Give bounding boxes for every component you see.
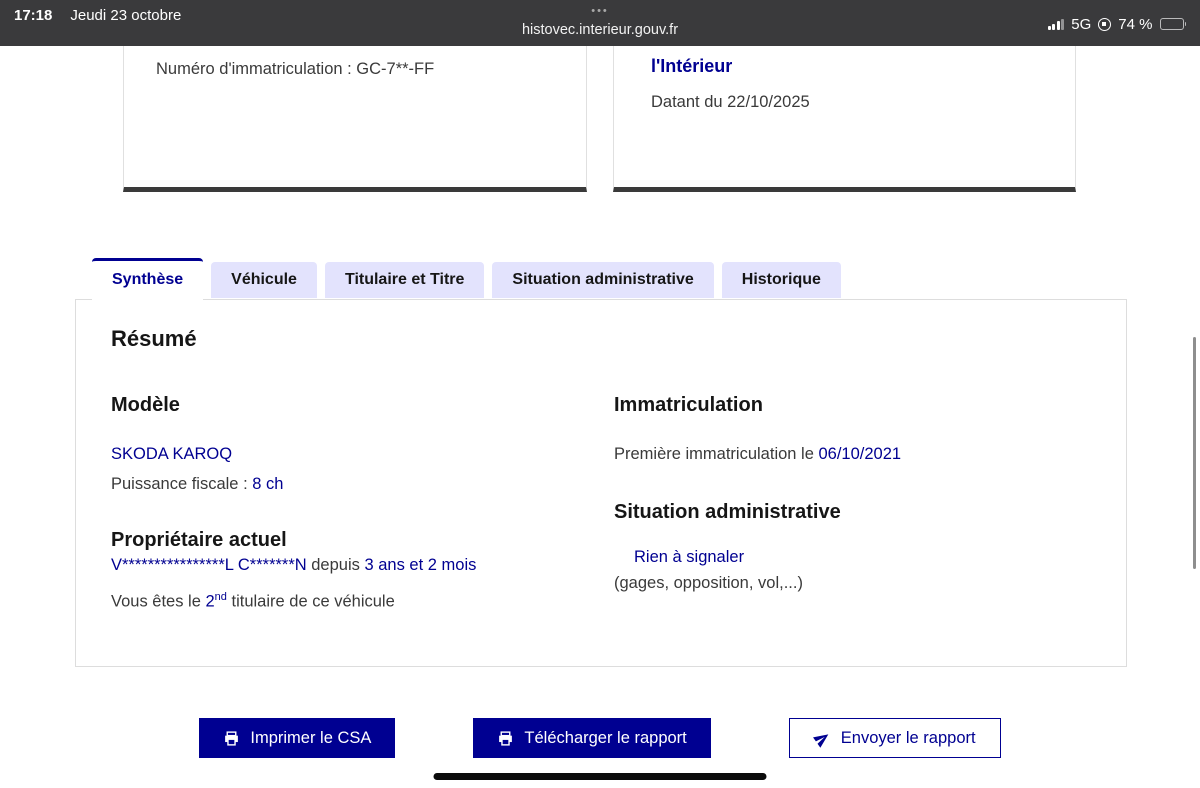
printer-icon xyxy=(497,730,514,747)
owner-line: V****************L C*******N depuis 3 an… xyxy=(111,556,477,574)
synthese-panel: Résumé Modèle SKODA KAROQ Puissance fisc… xyxy=(75,299,1127,667)
tab-situation-administrative[interactable]: Situation administrative xyxy=(492,262,714,298)
send-report-button[interactable]: Envoyer le rapport xyxy=(788,718,1001,758)
print-csa-button[interactable]: Imprimer le CSA xyxy=(199,718,396,758)
model-heading: Modèle xyxy=(111,394,180,416)
fiscal-power-line: Puissance fiscale : 8 ch xyxy=(111,475,284,493)
situation-heading: Situation administrative xyxy=(614,501,841,523)
ownership-duration: 3 ans et 2 mois xyxy=(364,556,477,574)
immatriculation-heading: Immatriculation xyxy=(614,394,763,416)
tab-vehicule[interactable]: Véhicule xyxy=(211,262,317,298)
status-bar: 17:18 Jeudi 23 octobre ••• histovec.inte… xyxy=(0,0,1200,46)
send-plane-icon xyxy=(812,730,831,748)
first-registration-date: 06/10/2021 xyxy=(818,445,902,463)
tab-synthese[interactable]: Synthèse xyxy=(92,258,204,300)
home-indicator[interactable] xyxy=(433,773,767,780)
owner-masked-name: V****************L C*******N xyxy=(111,556,307,574)
download-report-button[interactable]: Télécharger le rapport xyxy=(473,718,711,758)
report-origin-title: l'Intérieur xyxy=(651,56,733,76)
card-report-origin: l'Intérieur Datant du 22/10/2025 xyxy=(613,46,1076,192)
panel-title: Résumé xyxy=(111,326,197,351)
model-value: SKODA KAROQ xyxy=(111,445,233,463)
summary-cards: Numéro d'immatriculation : GC-7**-FF l'I… xyxy=(123,46,1200,192)
report-actions: Imprimer le CSA Télécharger le rapport E… xyxy=(0,718,1200,758)
fiscal-power-value: 8 ch xyxy=(252,475,284,493)
owner-heading: Propriétaire actuel xyxy=(111,529,287,551)
situation-status: Rien à signaler xyxy=(634,548,745,566)
first-registration-line: Première immatriculation le 06/10/2021 xyxy=(614,445,902,463)
report-date: Datant du 22/10/2025 xyxy=(651,93,810,111)
tab-overview-dots-icon[interactable]: ••• xyxy=(591,0,609,18)
situation-note: (gages, opposition, vol,...) xyxy=(614,574,803,592)
scrollbar[interactable] xyxy=(1193,337,1196,569)
immatriculation-number: Numéro d'immatriculation : GC-7**-FF xyxy=(156,60,435,78)
report-tabs: Synthèse Véhicule Titulaire et Titre Sit… xyxy=(92,258,1200,300)
printer-icon xyxy=(223,730,240,747)
rotation-lock-icon xyxy=(1098,17,1112,31)
owner-rank-suffix: nd xyxy=(214,591,227,603)
url-bar[interactable]: histovec.interieur.gouv.fr xyxy=(522,18,678,39)
tab-historique[interactable]: Historique xyxy=(721,262,841,298)
owner-rank-number: 2 xyxy=(205,592,215,611)
owner-rank-line: Vous êtes le 2nd titulaire de ce véhicul… xyxy=(111,591,395,611)
card-immatriculation: Numéro d'immatriculation : GC-7**-FF xyxy=(123,46,587,192)
tab-titulaire-et-titre[interactable]: Titulaire et Titre xyxy=(324,262,485,298)
